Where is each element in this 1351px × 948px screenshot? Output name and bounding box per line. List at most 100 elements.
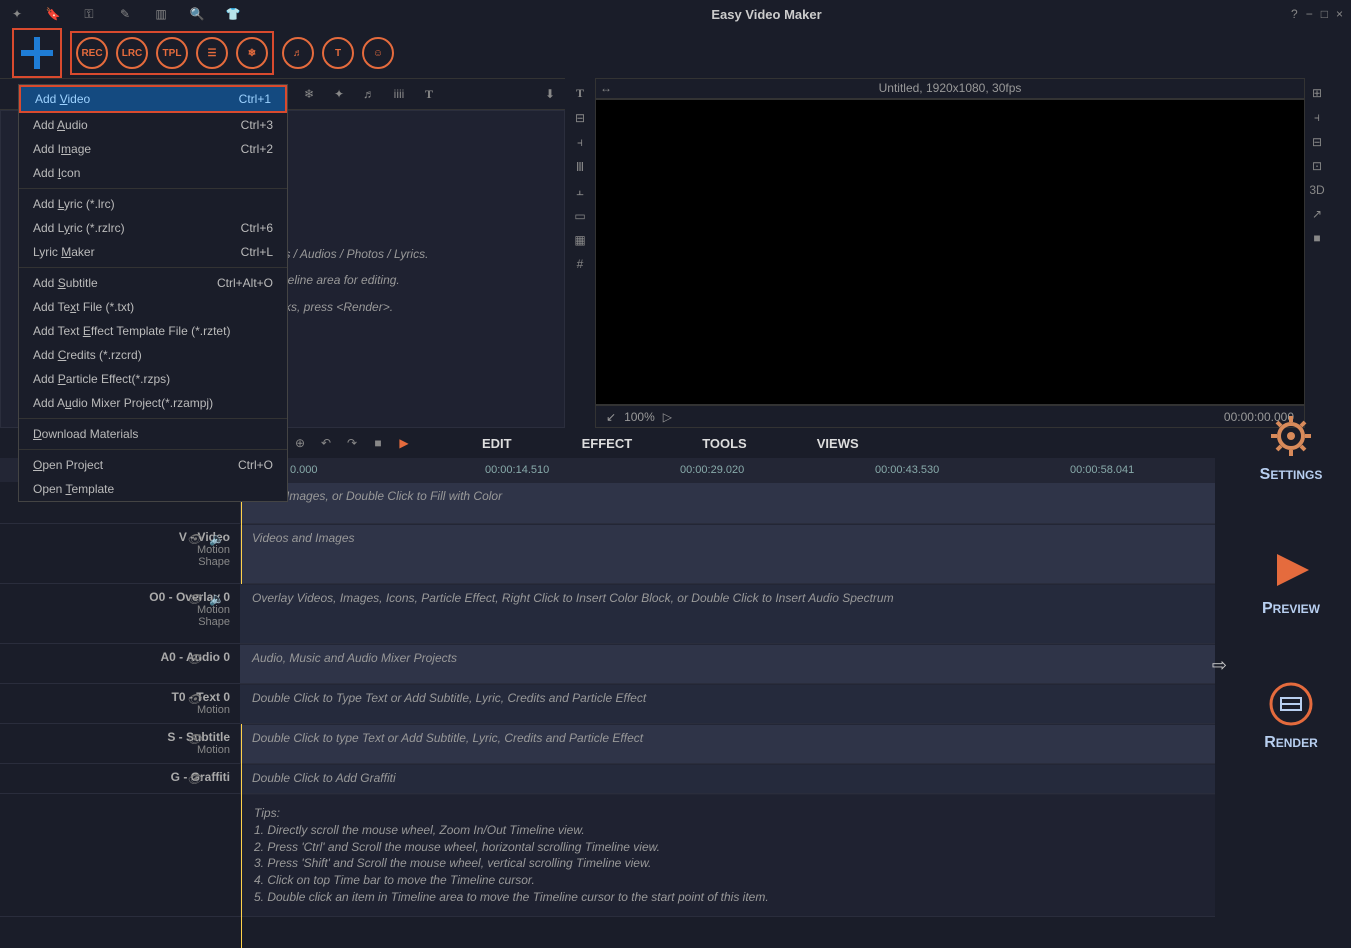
close-button[interactable]: × [1336,7,1343,21]
tab-effect[interactable]: EFFECT [582,436,633,451]
ti-play-icon[interactable]: ▶ [396,436,412,450]
zoom-value: 100% [624,410,655,424]
rec-button[interactable]: REC [76,37,108,69]
eye-icon[interactable]: 👁 [187,532,202,546]
user-button[interactable]: ☺ [362,37,394,69]
tshirt-icon[interactable]: 👕 [224,5,242,23]
eye-icon[interactable]: 👁 [187,652,202,666]
tab-views[interactable]: VIEWS [817,436,859,451]
rail-icon-1[interactable]: ⊞ [1312,86,1322,100]
eq-icon[interactable]: iiii [390,87,408,101]
fullscreen-icon[interactable]: ↙ [606,410,616,424]
menu-add-icon[interactable]: Add Icon [19,161,287,185]
rect-icon[interactable]: ▭ [574,209,585,223]
menu-add-video[interactable]: Add VideoCtrl+1 [19,85,287,113]
rail-icon-4[interactable]: ⊡ [1312,159,1322,173]
snow-button[interactable]: ❄ [236,37,268,69]
play-icon [1265,544,1317,596]
render-icon [1265,678,1317,730]
preview-title: Untitled, 1920x1080, 30fps [879,81,1022,95]
add-button[interactable] [12,28,62,78]
track-audio[interactable]: Audio, Music and Audio Mixer Projects [240,644,1215,683]
ti-redo-icon[interactable]: ↷ [344,436,360,450]
tips-area: Tips: 1. Directly scroll the mouse wheel… [240,794,1215,916]
menu-add-lyric-lrc[interactable]: Add Lyric (*.lrc) [19,192,287,216]
rail-icon-2[interactable]: ⫞ [1314,110,1320,125]
settings-button[interactable]: SETTINGS [1260,410,1323,484]
puzzle-icon[interactable]: ✦ [330,87,348,101]
lrc-button[interactable]: LRC [116,37,148,69]
menu-add-subtitle[interactable]: Add SubtitleCtrl+Alt+O [19,271,287,295]
hash-icon[interactable]: # [577,257,584,271]
track-graffiti[interactable]: Double Click to Add Graffiti [240,764,1215,793]
align-icon[interactable]: ⫞ [577,135,583,150]
eye-icon[interactable]: 👁 [187,692,202,706]
media-hint-1: /s / Audios / Photos / Lyrics. [281,241,564,267]
text-tool-icon[interactable]: T [576,86,584,101]
add-context-menu: Add VideoCtrl+1 Add AudioCtrl+3 Add Imag… [18,84,288,502]
grid-icon[interactable]: ▦ [574,233,585,247]
logo-icon: ✦ [8,5,26,23]
frame-icon[interactable]: ⊟ [575,111,585,125]
list-button[interactable]: ☰ [196,37,228,69]
speaker-icon[interactable]: 🔈 [209,592,224,606]
help-button[interactable]: ? [1291,7,1298,21]
rail-3d-icon[interactable]: 3D [1309,183,1324,197]
eye-icon[interactable]: 👁 [187,732,202,746]
rail-square-icon[interactable]: ■ [1313,231,1320,245]
menu-add-textfile[interactable]: Add Text File (*.txt) [19,295,287,319]
tab-tools[interactable]: TOOLS [702,436,747,451]
play-icon[interactable]: ▷ [663,410,672,424]
track-overlay[interactable]: Overlay Videos, Images, Icons, Particle … [240,584,1215,643]
menu-add-credits[interactable]: Add Credits (*.rzcrd) [19,343,287,367]
music-button[interactable]: ♬ [282,37,314,69]
pen-icon[interactable]: ✎ [116,5,134,23]
key-icon[interactable]: ⚿ [80,5,98,23]
eye-icon[interactable]: 👁 [187,772,202,786]
bookmark-icon[interactable]: 🔖 [44,5,62,23]
track-video[interactable]: Videos and Images [240,524,1215,583]
preview-canvas[interactable] [595,99,1305,406]
note-icon[interactable]: ♬ [360,87,378,101]
ti-stop-icon[interactable]: ■ [370,436,386,450]
track-text[interactable]: Double Click to Type Text or Add Subtitl… [240,684,1215,723]
t-icon[interactable]: T [420,87,438,102]
star-icon[interactable]: ❄ [300,87,318,101]
menu-add-audio[interactable]: Add AudioCtrl+3 [19,113,287,137]
panels-icon[interactable]: ▥ [152,5,170,23]
menu-add-texteffect[interactable]: Add Text Effect Template File (*.rztet) [19,319,287,343]
tab-edit[interactable]: EDIT [482,436,512,451]
app-title: Easy Video Maker [242,7,1291,22]
titlebar: ✦ 🔖 ⚿ ✎ ▥ 🔍 👕 Easy Video Maker ? − □ × [0,0,1351,28]
tpl-button[interactable]: TPL [156,37,188,69]
menu-add-lyric-rzlrc[interactable]: Add Lyric (*.rzlrc)Ctrl+6 [19,216,287,240]
track-subtitle[interactable]: Double Click to type Text or Add Subtitl… [240,724,1215,763]
speaker-icon[interactable]: 🔈 [209,532,224,546]
ti-plus-icon[interactable]: ⊕ [292,436,308,450]
menu-add-image[interactable]: Add ImageCtrl+2 [19,137,287,161]
menu-download-materials[interactable]: Download Materials [19,422,287,446]
eye-icon[interactable]: 👁 [187,592,202,606]
menu-add-particle[interactable]: Add Particle Effect(*.rzps) [19,367,287,391]
rail-arrow-icon[interactable]: ↗ [1312,207,1322,221]
download-icon[interactable]: ⬇ [541,87,559,101]
ti-undo-icon[interactable]: ↶ [318,436,334,450]
text-button[interactable]: T [322,37,354,69]
bars-icon[interactable]: Ⅲ [576,160,584,174]
search-icon[interactable]: 🔍 [188,5,206,23]
menu-add-audiomixer[interactable]: Add Audio Mixer Project(*.rzampj) [19,391,287,415]
preview-button[interactable]: PREVIEW [1262,544,1320,618]
render-button[interactable]: RENDER [1264,678,1318,752]
menu-open-project[interactable]: Open ProjectCtrl+O [19,453,287,477]
minimize-button[interactable]: − [1306,7,1313,21]
col-icon[interactable]: ⫠ [576,184,583,199]
menu-lyric-maker[interactable]: Lyric MakerCtrl+L [19,240,287,264]
arrow-right-icon[interactable]: ⇨ [1212,655,1227,676]
menu-open-template[interactable]: Open Template [19,477,287,501]
track-bg[interactable]: round Images, or Double Click to Fill wi… [240,482,1215,523]
rail-icon-3[interactable]: ⊟ [1312,135,1322,149]
maximize-button[interactable]: □ [1321,7,1328,21]
media-hint-2: neline area for editing. [281,267,564,293]
gear-icon [1265,410,1317,462]
resize-icon[interactable]: ↔ [600,81,612,95]
